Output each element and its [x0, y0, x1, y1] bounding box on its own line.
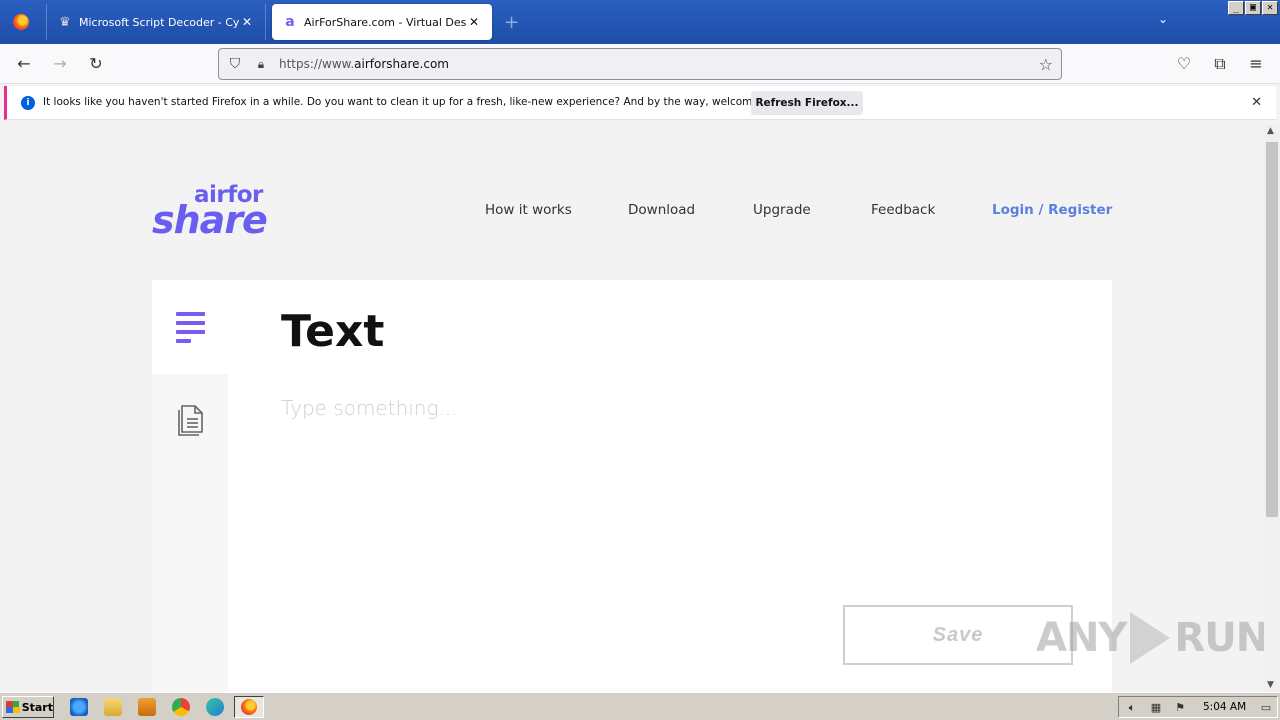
sidebar-item-files[interactable]	[177, 404, 205, 436]
url-text[interactable]: https://www.airforshare.com	[279, 57, 449, 71]
logo-bottom-text: share	[152, 198, 268, 242]
window-controls: _ ▣ ✕	[1228, 1, 1278, 15]
show-desktop-icon[interactable]: ▭	[1259, 701, 1273, 714]
bookmark-star-icon[interactable]: ☆	[1039, 55, 1053, 74]
close-icon[interactable]: ✕	[1251, 95, 1262, 110]
nav-download[interactable]: Download	[628, 202, 695, 218]
chef-hat-icon: ♛	[59, 14, 71, 30]
folder-icon[interactable]	[104, 698, 122, 716]
anyrun-watermark: ANY RUN	[1036, 606, 1269, 670]
tab-strip: ♛ Microsoft Script Decoder - CyberCh ✕ a…	[0, 0, 1280, 44]
nav-login-register[interactable]: Login / Register	[992, 202, 1112, 218]
speaker-icon[interactable]: 🔈︎	[1125, 701, 1139, 714]
refresh-firefox-button[interactable]: Refresh Firefox...	[751, 91, 863, 115]
sidebar	[152, 280, 228, 692]
back-arrow-icon[interactable]: ←	[14, 54, 34, 74]
scrollbar-thumb[interactable]	[1266, 142, 1278, 517]
taskbar: Start 🔈︎ ▦ ⚑ 5:04 AM ▭	[0, 692, 1280, 720]
system-tray: 🔈︎ ▦ ⚑ 5:04 AM ▭	[1118, 696, 1278, 718]
taskbar-firefox-button[interactable]	[234, 696, 264, 718]
media-player-icon[interactable]	[138, 698, 156, 716]
sidebar-item-text[interactable]	[152, 280, 228, 374]
start-button[interactable]: Start	[2, 696, 54, 718]
vertical-scrollbar[interactable]: ▲ ▼	[1264, 124, 1280, 692]
internet-explorer-icon[interactable]	[70, 698, 88, 716]
document-icon	[178, 405, 203, 436]
tab-title: AirForShare.com - Virtual Desktop Sh	[304, 15, 466, 29]
chrome-icon[interactable]	[172, 698, 190, 716]
firefox-icon	[241, 699, 257, 715]
navigation-toolbar: ← → ↻ ⛉ 🔒︎ https://www.airforshare.com ☆…	[0, 44, 1280, 84]
flag-icon[interactable]: ⚑	[1173, 701, 1187, 714]
start-label: Start	[21, 700, 53, 714]
tab-airforshare[interactable]: a AirForShare.com - Virtual Desktop Sh ✕	[272, 4, 492, 40]
reload-icon[interactable]: ↻	[86, 54, 106, 74]
airforshare-favicon-icon: a	[285, 14, 295, 30]
lock-icon[interactable]: 🔒︎	[253, 56, 269, 72]
nav-how-it-works[interactable]: How it works	[485, 202, 572, 218]
share-card: Text Type something... Save	[152, 280, 1112, 692]
firefox-icon	[13, 14, 29, 30]
watermark-right-text: RUN	[1174, 615, 1269, 661]
clock[interactable]: 5:04 AM	[1203, 701, 1246, 713]
restore-icon[interactable]: ▣	[1245, 1, 1261, 15]
close-icon[interactable]: ✕	[466, 15, 482, 29]
text-editor-area[interactable]: Type something...	[281, 396, 458, 420]
nav-feedback[interactable]: Feedback	[871, 202, 935, 218]
refresh-firefox-notification: i It looks like you haven't started Fire…	[4, 86, 1276, 120]
airforshare-logo[interactable]: airfor share	[152, 182, 268, 242]
text-lines-icon	[176, 312, 205, 344]
close-window-icon[interactable]: ✕	[1262, 1, 1278, 15]
network-icon[interactable]: ▦	[1149, 701, 1163, 714]
nav-upgrade[interactable]: Upgrade	[753, 202, 811, 218]
watermark-left-text: ANY	[1036, 615, 1127, 661]
edge-icon[interactable]	[206, 698, 224, 716]
scroll-up-icon[interactable]: ▲	[1267, 126, 1274, 136]
minimize-icon[interactable]: _	[1228, 1, 1244, 15]
notification-message: It looks like you haven't started Firefo…	[43, 96, 792, 108]
tab-script-decoder[interactable]: ♛ Microsoft Script Decoder - CyberCh ✕	[46, 4, 266, 40]
shield-icon[interactable]: ⛉	[227, 56, 243, 72]
forward-arrow-icon[interactable]: →	[50, 54, 70, 74]
address-bar[interactable]: ⛉ 🔒︎ https://www.airforshare.com ☆	[218, 48, 1062, 80]
chevron-down-icon[interactable]: ⌄	[1158, 12, 1168, 26]
hamburger-menu-icon[interactable]: ≡	[1246, 54, 1266, 74]
firefox-menu-button[interactable]	[0, 0, 42, 44]
page-title: Text	[281, 306, 385, 357]
play-icon	[1130, 612, 1171, 664]
pocket-icon[interactable]: ♡	[1174, 54, 1194, 74]
close-icon[interactable]: ✕	[239, 15, 255, 29]
scroll-down-icon[interactable]: ▼	[1267, 680, 1274, 690]
tab-title: Microsoft Script Decoder - CyberCh	[79, 15, 239, 29]
extensions-icon[interactable]: ⧉	[1210, 54, 1230, 74]
new-tab-icon[interactable]: +	[504, 12, 519, 33]
info-icon: i	[21, 96, 35, 110]
windows-flag-icon	[6, 701, 20, 713]
